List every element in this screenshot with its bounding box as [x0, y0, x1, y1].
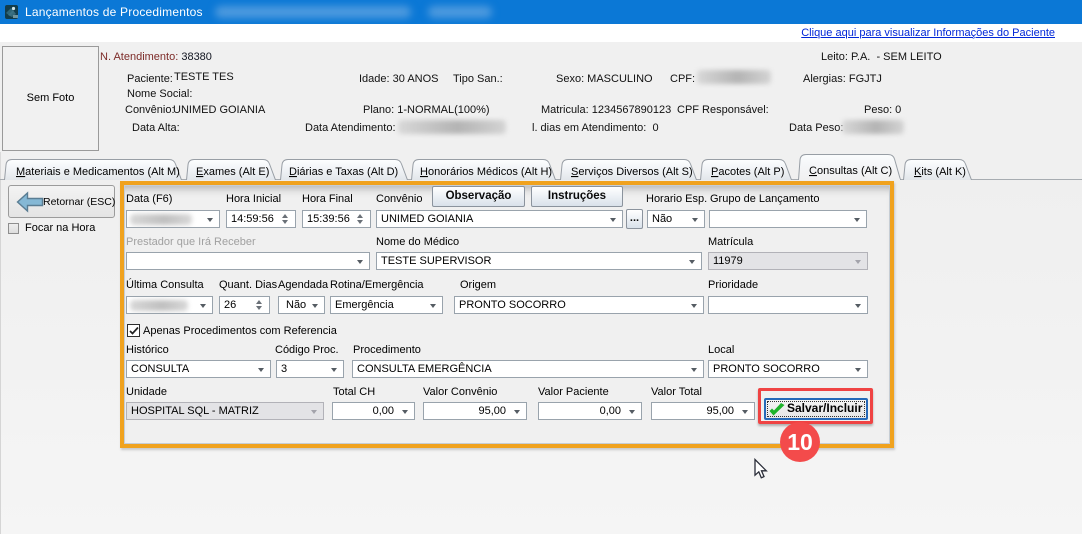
svg-text:Pacotes (Alt P): Pacotes (Alt P) [711, 166, 784, 178]
svg-text:Honorários Médicos (Alt H): Honorários Médicos (Alt H) [420, 166, 552, 178]
svg-text:Diárias e Taxas (Alt D): Diárias e Taxas (Alt D) [289, 166, 398, 178]
svg-text:Consultas (Alt C): Consultas (Alt C) [809, 165, 892, 177]
svg-text:Serviços Diversos (Alt S): Serviços Diversos (Alt S) [571, 166, 693, 178]
svg-text:Exames (Alt E): Exames (Alt E) [196, 166, 269, 178]
svg-text:Materiais e Medicamentos (Alt: Materiais e Medicamentos (Alt M) [16, 166, 180, 178]
svg-text:Kits (Alt K): Kits (Alt K) [914, 166, 966, 178]
